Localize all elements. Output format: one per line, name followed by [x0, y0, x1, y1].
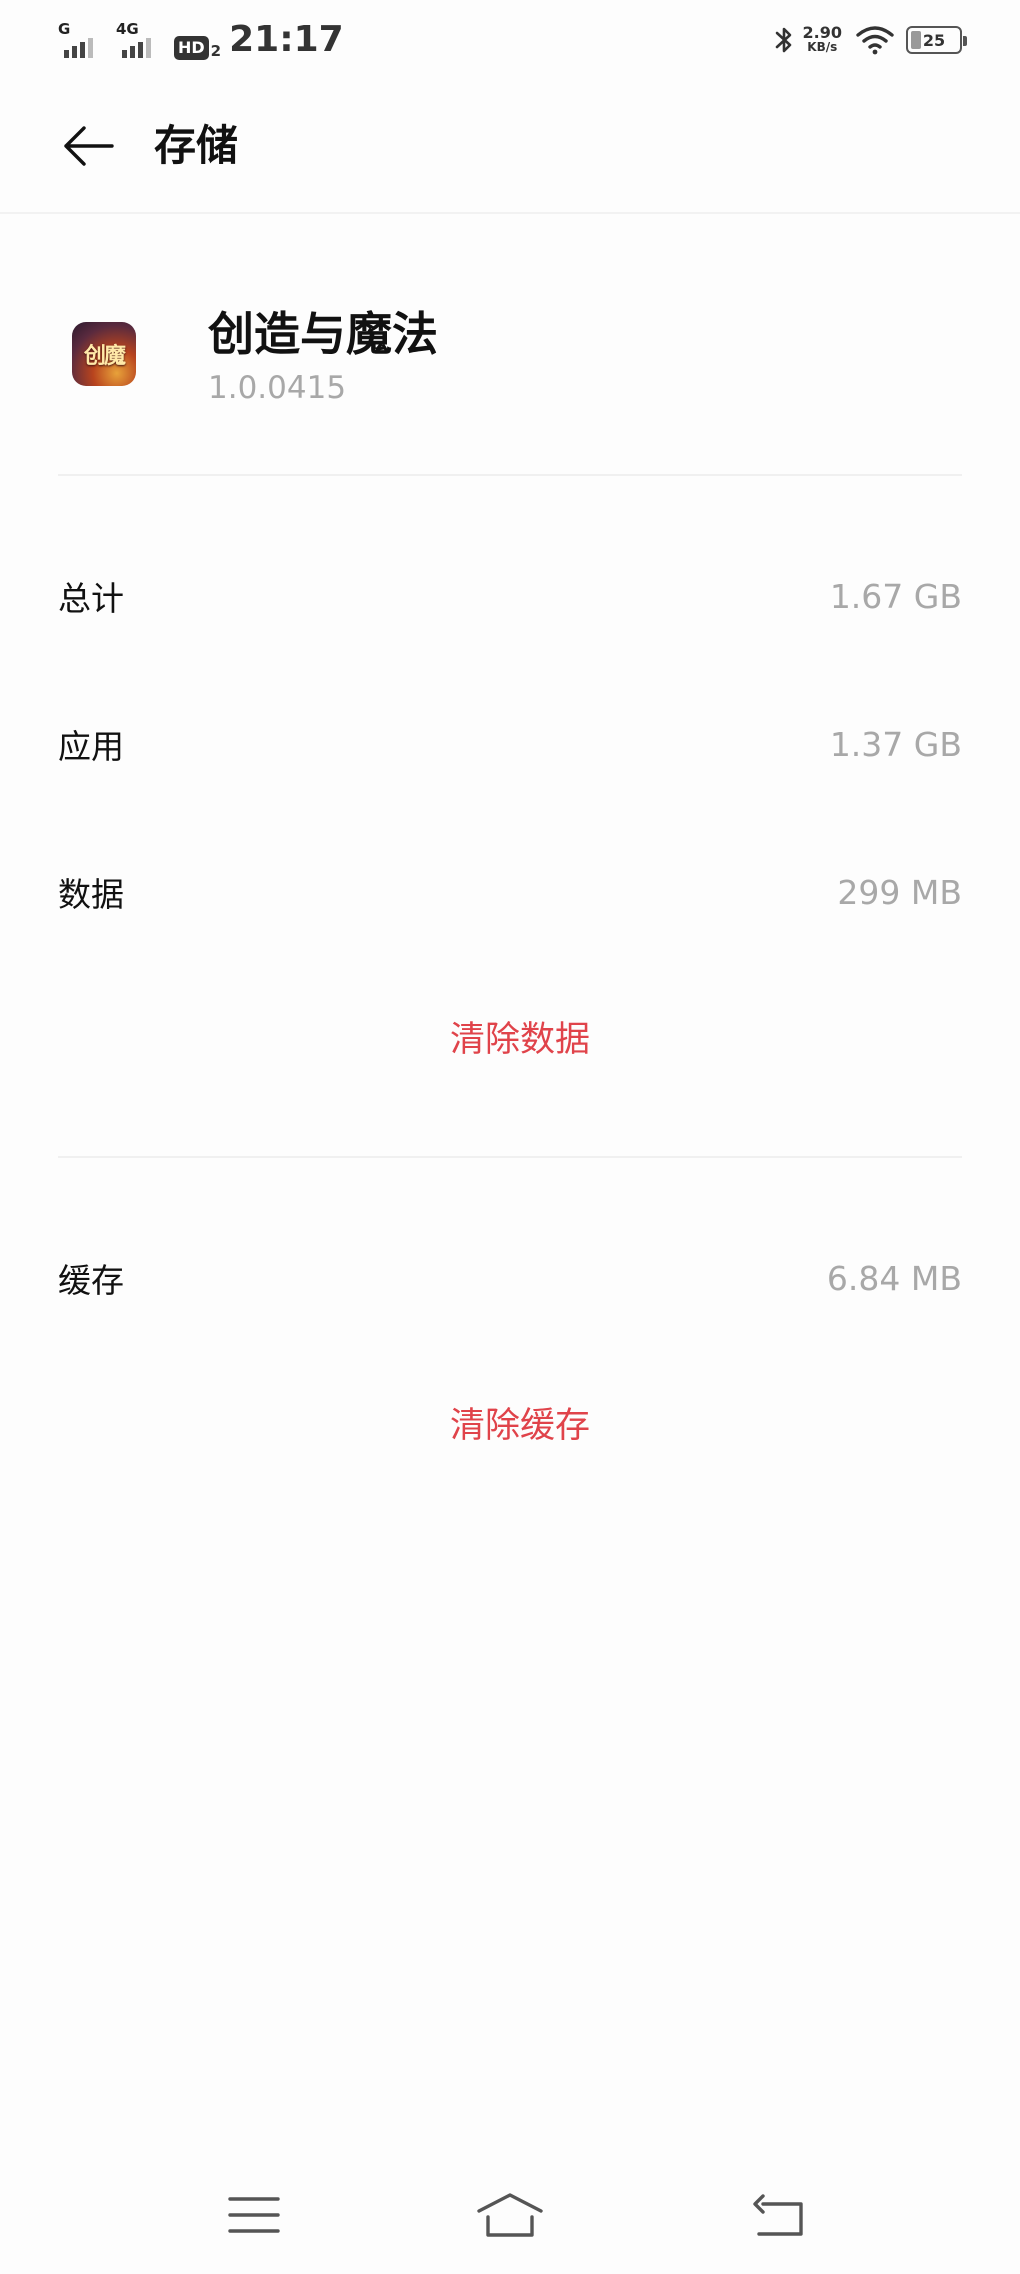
navigation-bar — [0, 2180, 1020, 2250]
hd-voice-icon: HD 2 — [174, 36, 221, 60]
status-bar: G 4G HD 2 21:17 2.90 KB/s 25 — [0, 0, 1020, 80]
row-label: 数据 — [58, 875, 124, 914]
network-speed-value: 2.90 — [802, 23, 842, 42]
back-nav-button[interactable] — [738, 2180, 818, 2250]
storage-row-app: 应用 1.37 GB — [58, 714, 962, 774]
row-label: 缓存 — [58, 1261, 124, 1300]
row-label: 应用 — [58, 727, 124, 766]
app-icon: 创魔 — [72, 322, 136, 386]
divider — [58, 1156, 962, 1158]
back-button[interactable] — [58, 118, 118, 174]
row-value: 299 MB — [837, 872, 962, 912]
row-label: 总计 — [58, 579, 124, 618]
home-icon — [477, 2193, 543, 2237]
storage-row-cache: 缓存 6.84 MB — [58, 1248, 962, 1308]
back-icon — [753, 2194, 803, 2236]
arrow-left-icon — [64, 126, 114, 166]
row-value: 1.67 GB — [829, 576, 962, 616]
divider — [58, 474, 962, 476]
signal-icon: 4G — [116, 22, 162, 62]
row-value: 1.37 GB — [829, 724, 962, 764]
storage-row-total: 总计 1.67 GB — [58, 566, 962, 626]
sim1-network-type: G — [58, 20, 71, 38]
clock: 21:17 — [229, 19, 344, 60]
bluetooth-icon — [775, 27, 791, 53]
home-button[interactable] — [470, 2180, 550, 2250]
wifi-icon — [856, 26, 894, 55]
network-speed: 2.90 KB/s — [803, 25, 842, 55]
battery-icon: 25 — [906, 26, 967, 54]
storage-row-data: 数据 299 MB — [58, 862, 962, 922]
battery-level: 25 — [922, 30, 946, 50]
signal-icon: G — [58, 22, 104, 62]
hd-label: HD — [174, 36, 209, 60]
header-divider — [0, 212, 1020, 214]
status-bar-right: 2.90 KB/s 25 — [773, 22, 967, 58]
app-header: 存储 — [0, 96, 1020, 196]
page-title: 存储 — [154, 121, 239, 170]
status-bar-left: G 4G HD 2 21:17 — [58, 18, 344, 62]
menu-icon — [228, 2197, 280, 2233]
app-icon-text: 创魔 — [83, 343, 126, 369]
clear-cache-button[interactable]: 清除缓存 — [0, 1396, 1020, 1456]
hd-sub-label: 2 — [210, 42, 222, 60]
row-value: 6.84 MB — [826, 1258, 962, 1298]
app-version: 1.0.0415 — [208, 370, 347, 406]
clear-data-button[interactable]: 清除数据 — [0, 1010, 1020, 1070]
network-speed-unit: KB/s — [807, 40, 838, 54]
menu-button[interactable] — [214, 2180, 294, 2250]
app-name: 创造与魔法 — [208, 307, 438, 361]
sim2-network-type: 4G — [116, 20, 139, 38]
